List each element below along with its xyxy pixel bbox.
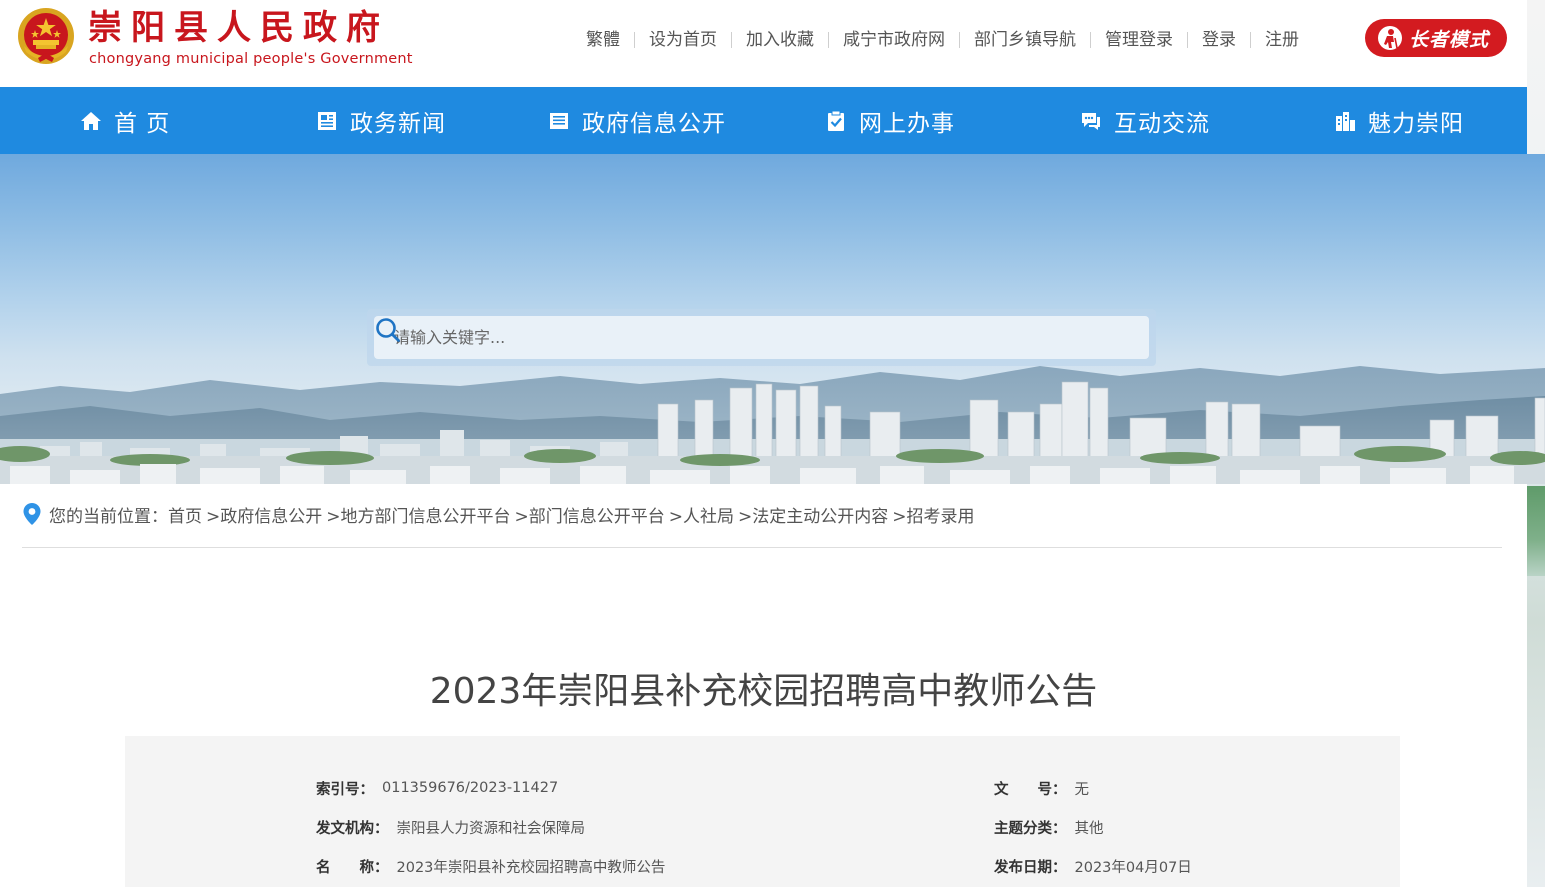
top-links: 繁體 设为首页 加入收藏 咸宁市政府网 部门乡镇导航 管理登录 登录 注册 — [572, 28, 1313, 52]
city-banner — [0, 154, 1545, 484]
meta-topic: 主题分类： 其他 — [994, 817, 1104, 837]
meta-issuer-value: 崇阳县人力资源和社会保障局 — [396, 820, 586, 837]
clipboard-check-icon — [828, 110, 844, 131]
document-metadata: 索引号： 011359676/2023-11427 文 号： 无 发文机构： 崇… — [125, 736, 1400, 887]
nav-item-label: 网上办事 — [859, 110, 955, 137]
meta-name-label: 名 称： — [316, 859, 389, 876]
breadcrumb-item-recruitment[interactable]: >招考录用 — [892, 502, 974, 527]
nav-item-home[interactable]: 首 页 — [80, 87, 170, 154]
link-admin-login[interactable]: 管理登录 — [1091, 28, 1187, 52]
document-icon — [550, 112, 568, 129]
meta-issuer: 发文机构： 崇阳县人力资源和社会保障局 — [316, 817, 585, 837]
location-pin-icon — [23, 503, 41, 525]
meta-index-label: 索引号： — [316, 781, 374, 798]
search-input[interactable] — [394, 316, 1094, 359]
elder-mode-label: 长者模式 — [1409, 28, 1490, 51]
nav-item-label: 首 页 — [114, 110, 171, 137]
link-traditional-chinese[interactable]: 繁體 — [572, 28, 634, 52]
article-title: 2023年崇阳县补充校园招聘高中教师公告 — [429, 671, 1098, 712]
meta-name-value: 2023年崇阳县补充校园招聘高中教师公告 — [396, 859, 666, 876]
main-nav: 首 页 政务新闻 政府信息公开 网上办事 互动交流 魅力崇阳 — [0, 87, 1527, 154]
meta-date-label: 发布日期： — [994, 859, 1067, 876]
breadcrumb: 您的当前位置： 首页 >政府信息公开 >地方部门信息公开平台 >部门信息公开平台… — [22, 500, 975, 528]
meta-index: 索引号： 011359676/2023-11427 — [316, 778, 558, 798]
search-box — [374, 316, 1149, 359]
site-title: 崇阳县人民政府 — [88, 8, 389, 48]
link-login[interactable]: 登录 — [1188, 28, 1250, 52]
meta-topic-label: 主题分类： — [994, 820, 1067, 837]
news-icon — [318, 111, 336, 130]
nav-item-label: 政务新闻 — [350, 110, 446, 137]
national-emblem-icon — [18, 8, 74, 64]
meta-doc-no-value: 无 — [1074, 781, 1090, 798]
divider — [22, 547, 1502, 548]
breadcrumb-item-info-disclosure[interactable]: >政府信息公开 — [206, 502, 322, 527]
page-edge-decoration — [1527, 486, 1545, 576]
breadcrumb-prefix: 您的当前位置： — [49, 506, 168, 527]
breadcrumb-item-statutory-content[interactable]: >法定主动公开内容 — [738, 502, 888, 527]
link-register[interactable]: 注册 — [1251, 28, 1313, 52]
breadcrumb-item-home[interactable]: 首页 — [168, 502, 202, 527]
link-add-favorite[interactable]: 加入收藏 — [732, 28, 828, 52]
link-xianning-gov[interactable]: 咸宁市政府网 — [829, 28, 959, 52]
meta-issuer-label: 发文机构： — [316, 820, 389, 837]
nav-item-info-disclosure[interactable]: 政府信息公开 — [548, 87, 726, 154]
nav-item-charm-chongyang[interactable]: 魅力崇阳 — [1334, 87, 1464, 154]
link-set-homepage[interactable]: 设为首页 — [635, 28, 731, 52]
nav-item-label: 互动交流 — [1114, 110, 1210, 137]
meta-index-value: 011359676/2023-11427 — [382, 780, 559, 796]
chat-icon — [1082, 112, 1100, 130]
site-header: 崇阳县人民政府 chongyang municipal people's Gov… — [0, 0, 1527, 87]
meta-doc-no: 文 号： 无 — [994, 778, 1089, 798]
search-bar — [367, 309, 1156, 366]
link-department-nav[interactable]: 部门乡镇导航 — [960, 28, 1090, 52]
meta-date: 发布日期： 2023年04月07日 — [994, 856, 1192, 876]
meta-name: 名 称： 2023年崇阳县补充校园招聘高中教师公告 — [316, 856, 665, 876]
nav-item-interaction[interactable]: 互动交流 — [1080, 87, 1210, 154]
nav-item-label: 魅力崇阳 — [1368, 110, 1464, 137]
home-icon — [81, 111, 101, 130]
breadcrumb-item-hr-bureau[interactable]: >人社局 — [669, 502, 734, 527]
city-icon — [1336, 111, 1355, 131]
nav-item-news[interactable]: 政务新闻 — [316, 87, 446, 154]
elder-mode-button[interactable]: 长者模式 — [1365, 19, 1507, 57]
meta-topic-value: 其他 — [1074, 820, 1104, 837]
breadcrumb-item-department-platform[interactable]: >部门信息公开平台 — [515, 502, 665, 527]
elder-person-icon — [1378, 26, 1402, 50]
search-icon[interactable] — [374, 316, 402, 344]
nav-item-label: 政府信息公开 — [582, 110, 726, 137]
site-subtitle: chongyang municipal people's Government — [89, 51, 413, 67]
breadcrumb-item-local-platform[interactable]: >地方部门信息公开平台 — [326, 502, 510, 527]
nav-item-online-services[interactable]: 网上办事 — [825, 87, 955, 154]
meta-date-value: 2023年04月07日 — [1074, 859, 1192, 876]
meta-doc-no-label: 文 号： — [994, 781, 1067, 798]
